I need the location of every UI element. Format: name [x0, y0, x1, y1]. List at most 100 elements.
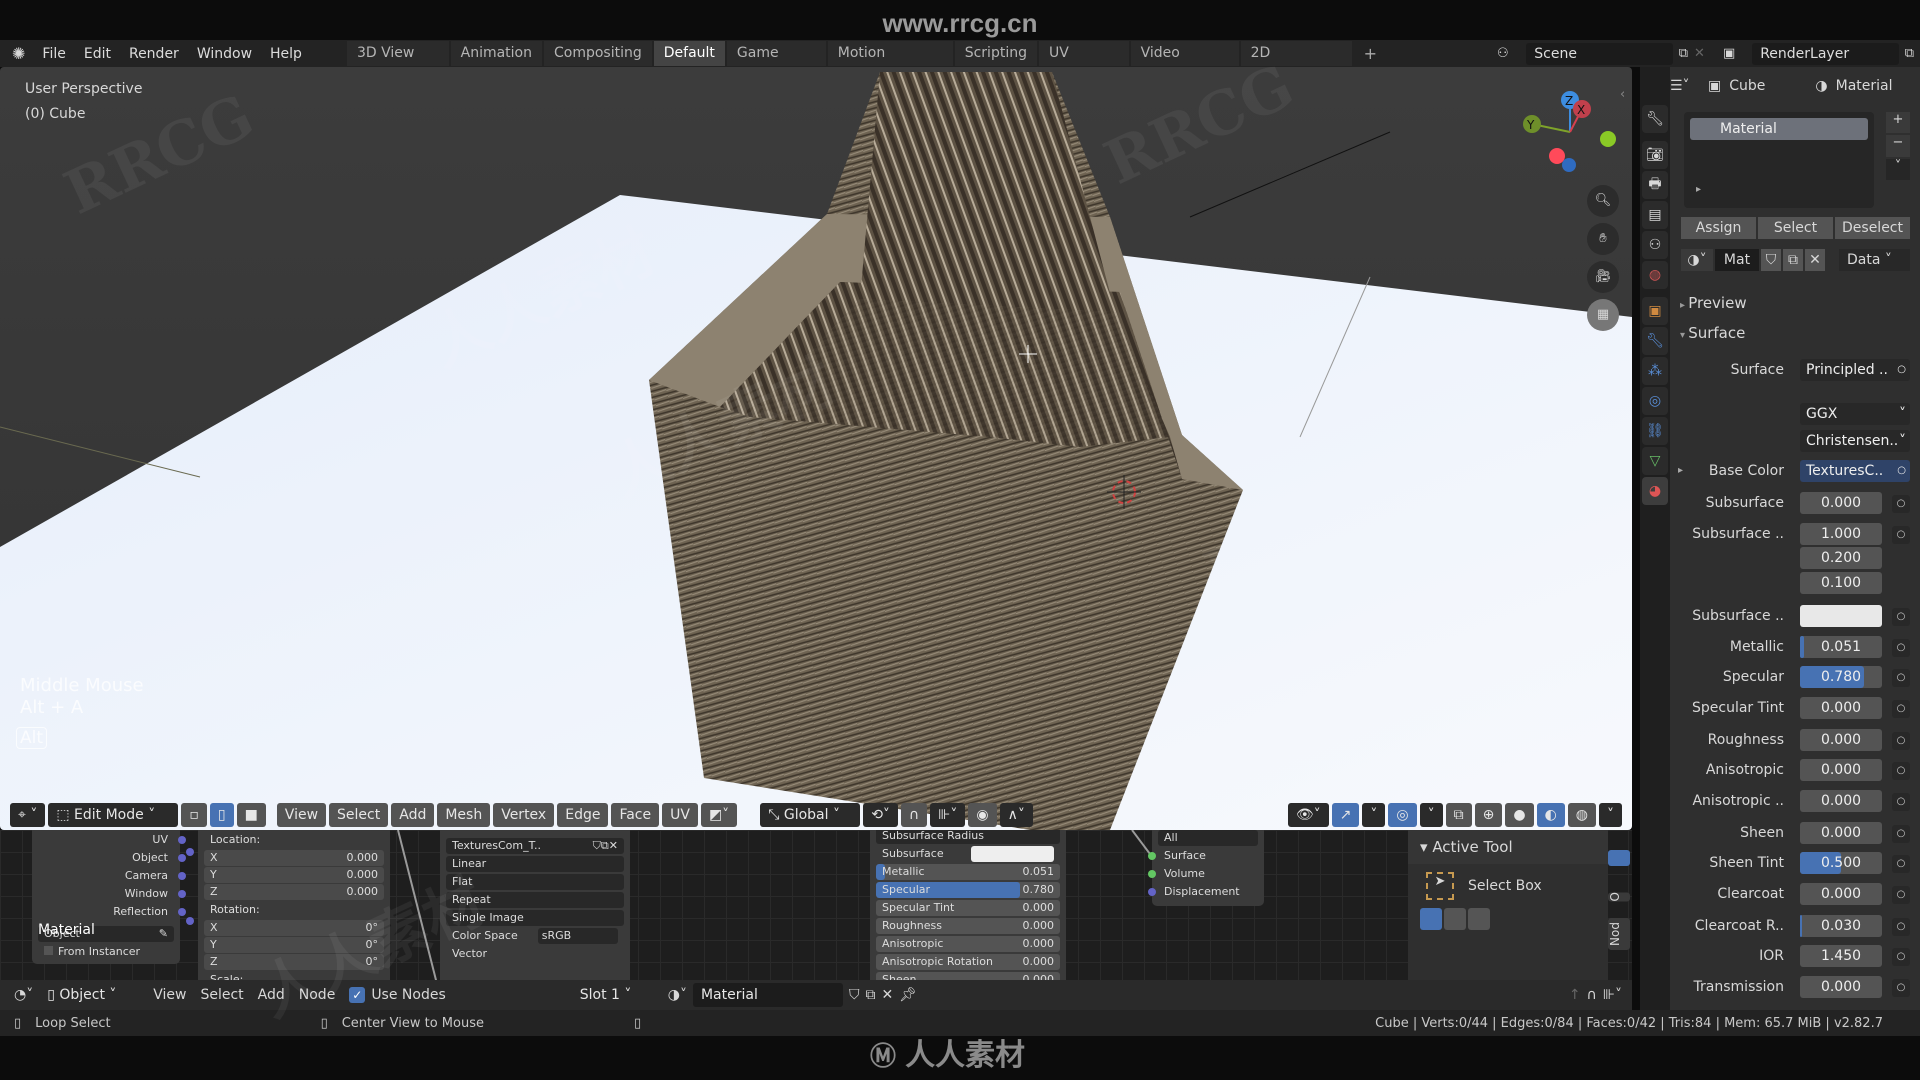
pin-icon[interactable]: 📌︎: [899, 987, 917, 1003]
property-value-field[interactable]: 0.000: [1800, 759, 1882, 781]
parent-node-icon[interactable]: ↑: [1569, 987, 1581, 1003]
property-value-field[interactable]: 1.000: [1800, 523, 1882, 545]
active-tool-header[interactable]: ▾ Active Tool: [1408, 830, 1608, 864]
material-shading-icon[interactable]: ◐: [1536, 803, 1565, 827]
remove-slot-icon[interactable]: −: [1886, 135, 1910, 157]
sidebar-toggle-icon[interactable]: ‹: [1620, 87, 1625, 102]
property-value-field[interactable]: TexturesC.. ○: [1800, 460, 1910, 482]
navigation-gizmo[interactable]: Z X Y: [1510, 82, 1630, 182]
material-name-field[interactable]: Mat: [1715, 249, 1759, 271]
property-value-field[interactable]: 0.030: [1800, 915, 1882, 937]
scene-tab-icon[interactable]: ⚇: [1642, 231, 1668, 259]
principled-bsdf-node[interactable]: Subsurface Radius Subsurface Colo Metall…: [870, 830, 1066, 980]
menu-file[interactable]: File: [33, 46, 74, 62]
fake-user-icon[interactable]: ⛉: [849, 987, 860, 1003]
socket-link-icon[interactable]: ○: [1892, 732, 1910, 750]
workspace-tab[interactable]: Video Editing: [1130, 41, 1239, 86]
workspace-tab[interactable]: UV Editing: [1038, 41, 1129, 86]
gizmo-toggle-icon[interactable]: ↗: [1331, 803, 1360, 827]
scene-field[interactable]: Scene: [1526, 42, 1673, 65]
overlays-dropdown-icon[interactable]: ˅: [1419, 803, 1443, 827]
select-mode-new-icon[interactable]: [1420, 908, 1442, 930]
blender-logo-icon[interactable]: ✺: [0, 44, 33, 63]
socket-link-icon[interactable]: ○: [1892, 855, 1910, 873]
face-select-icon[interactable]: ■: [236, 803, 266, 827]
socket-link-icon[interactable]: ○: [1897, 359, 1906, 381]
overlays-icon[interactable]: ◎: [1388, 803, 1417, 827]
node-menu-add[interactable]: Add: [258, 987, 285, 1003]
falloff-icon[interactable]: ∧˅: [999, 803, 1033, 827]
pivot-icon[interactable]: ⟲˅: [863, 803, 898, 827]
output-input-socket[interactable]: Volume: [1148, 866, 1258, 882]
snap-magnet-icon[interactable]: ∩: [900, 803, 928, 827]
render-tab-icon[interactable]: 📷︎: [1642, 141, 1668, 169]
viewport-menu-select[interactable]: Select: [329, 803, 389, 827]
constraints-tab-icon[interactable]: ⛓: [1642, 417, 1668, 445]
scene-icon[interactable]: ⚇: [1497, 46, 1526, 61]
uv-sync-icon[interactable]: ◩˅: [700, 803, 738, 827]
slot-dropdown[interactable]: Slot 1 ˅: [571, 983, 662, 1007]
workspace-tab[interactable]: Scripting: [954, 41, 1037, 66]
workspace-tab[interactable]: 2D Animation: [1240, 41, 1352, 86]
pan-hand-icon[interactable]: ✋︎: [1587, 223, 1619, 255]
property-value-field[interactable]: 0.051: [1800, 636, 1882, 658]
socket-link-icon[interactable]: ○: [1892, 886, 1910, 904]
xray-icon[interactable]: ⧉: [1445, 803, 1472, 827]
new-material-icon[interactable]: ⧉: [1783, 249, 1803, 271]
material-slot[interactable]: Material: [1690, 118, 1868, 140]
socket-link-icon[interactable]: ○: [1892, 608, 1910, 626]
object-type-dropdown[interactable]: ▯ Object ˅: [39, 983, 140, 1007]
bsdf-specular-tint-field[interactable]: Specular Tint 0.000: [876, 900, 1060, 916]
workspace-tab[interactable]: Compositing: [544, 41, 652, 66]
property-value-field[interactable]: 0.100: [1800, 572, 1882, 594]
material-tab-icon[interactable]: ◕: [1642, 477, 1668, 505]
workspace-tab[interactable]: Motion Tracking: [827, 41, 953, 86]
viewport-menu-face[interactable]: Face: [611, 803, 660, 827]
socket-link-icon[interactable]: ○: [1892, 948, 1910, 966]
editor-type-icon[interactable]: ⌖ ˅: [10, 803, 46, 827]
solid-shading-icon[interactable]: ●: [1505, 803, 1534, 827]
property-value-field[interactable]: 0.000: [1800, 883, 1882, 905]
editor-type-icon[interactable]: ◔˅: [14, 987, 33, 1003]
viewport-menu-add[interactable]: Add: [391, 803, 435, 827]
bsdf-anisotropic-rotation-field[interactable]: Anisotropic Rotation 0.000: [876, 954, 1060, 970]
node-snap-icon[interactable]: ∩: [1587, 987, 1597, 1003]
new-scene-icon[interactable]: ⧉: [1673, 46, 1694, 61]
subsurface-color-swatch[interactable]: [970, 846, 1054, 862]
property-value-field[interactable]: 0.000: [1800, 492, 1882, 514]
visibility-icon[interactable]: 👁︎˅: [1287, 803, 1329, 827]
material-name-field[interactable]: Material: [692, 983, 843, 1007]
assign-button[interactable]: Assign: [1681, 217, 1756, 239]
property-value-field[interactable]: GGX ˅: [1800, 403, 1910, 425]
socket-link-icon[interactable]: ○: [1892, 762, 1910, 780]
node-snap-mode-icon[interactable]: ⊪˅: [1603, 987, 1622, 1003]
socket-link-icon[interactable]: ○: [1892, 495, 1910, 513]
browse-material-icon[interactable]: ◑˅: [1681, 249, 1713, 271]
property-value-field[interactable]: 0.000: [1800, 976, 1882, 998]
property-value-field[interactable]: 0.200: [1800, 547, 1882, 569]
3d-viewport[interactable]: User Perspective (0) Cube Middle Mouse A…: [0, 67, 1632, 830]
shading-dropdown-icon[interactable]: ˅: [1599, 803, 1622, 827]
property-value-field[interactable]: 0.000: [1800, 822, 1882, 844]
add-slot-icon[interactable]: +: [1886, 112, 1910, 134]
bsdf-metallic-field[interactable]: Metallic 0.051: [876, 864, 1060, 880]
select-mode-subtract-icon[interactable]: [1468, 908, 1490, 930]
viewport-menu-view[interactable]: View: [276, 803, 327, 827]
view-layer-icon[interactable]: ▣: [1723, 46, 1752, 61]
property-value-field[interactable]: Christensen.. ˅: [1800, 430, 1910, 452]
link-dropdown[interactable]: Data ˅: [1839, 249, 1910, 271]
zoom-icon[interactable]: 🔍︎: [1587, 185, 1619, 217]
new-view-layer-icon[interactable]: ⧉: [1899, 46, 1920, 61]
output-tab-icon[interactable]: 🖶: [1642, 171, 1668, 199]
unlink-material-icon[interactable]: ✕: [881, 987, 893, 1003]
socket-link-icon[interactable]: ○: [1892, 669, 1910, 687]
wireframe-shading-icon[interactable]: ⊕: [1474, 803, 1503, 827]
node-menu-select[interactable]: Select: [200, 987, 243, 1003]
output-input-socket[interactable]: Surface: [1148, 848, 1258, 864]
menu-edit[interactable]: Edit: [75, 46, 120, 62]
bsdf-anisotropic-field[interactable]: Anisotropic 0.000: [876, 936, 1060, 952]
duplicate-material-icon[interactable]: ⧉: [865, 987, 875, 1003]
bsdf-sheen-field[interactable]: Sheen 0.000: [876, 972, 1060, 980]
grid-view-icon[interactable]: ▦: [1587, 299, 1619, 331]
socket-link-icon[interactable]: ○: [1892, 825, 1910, 843]
